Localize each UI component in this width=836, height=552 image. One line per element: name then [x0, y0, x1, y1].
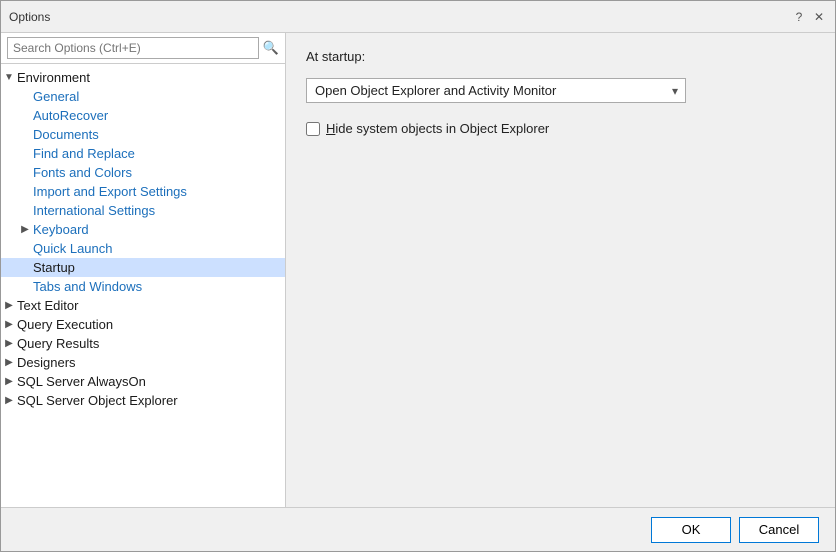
tree-item-sql-always-on[interactable]: ▶SQL Server AlwaysOn: [1, 372, 285, 391]
tree-item-fonts-colors[interactable]: Fonts and Colors: [1, 163, 285, 182]
tree-item-label: Keyboard: [33, 222, 89, 237]
right-spacer: [306, 150, 815, 491]
tree-item-general[interactable]: General: [1, 87, 285, 106]
tree-item-label: AutoRecover: [33, 108, 108, 123]
tree-item-quick-launch[interactable]: Quick Launch: [1, 239, 285, 258]
tree-item-label: Import and Export Settings: [33, 184, 187, 199]
expand-icon: [17, 148, 33, 159]
tree-item-sql-object-explorer[interactable]: ▶SQL Server Object Explorer: [1, 391, 285, 410]
startup-dropdown-wrapper: Open Object Explorer and Activity Monito…: [306, 78, 686, 103]
tree-item-label: Query Results: [17, 336, 99, 351]
search-input[interactable]: [7, 37, 259, 59]
indent: [1, 89, 17, 104]
expand-icon: [17, 167, 33, 178]
tree-item-label: Text Editor: [17, 298, 78, 313]
tree-item-label: Designers: [17, 355, 76, 370]
expand-icon: ▼: [1, 72, 17, 83]
tree-item-label: Startup: [33, 260, 75, 275]
tree-item-query-results[interactable]: ▶Query Results: [1, 334, 285, 353]
dialog-title: Options: [9, 10, 50, 24]
tree-item-label: Query Execution: [17, 317, 113, 332]
tree-item-label: International Settings: [33, 203, 155, 218]
tree-item-keyboard[interactable]: ▶Keyboard: [1, 220, 285, 239]
startup-dropdown[interactable]: Open Object Explorer and Activity Monito…: [306, 78, 686, 103]
tree-item-label: Quick Launch: [33, 241, 113, 256]
tree-item-text-editor[interactable]: ▶Text Editor: [1, 296, 285, 315]
expand-icon: [17, 243, 33, 254]
expand-icon: ▶: [1, 338, 17, 349]
tree-item-international[interactable]: International Settings: [1, 201, 285, 220]
expand-icon: ▶: [1, 357, 17, 368]
ok-button[interactable]: OK: [651, 517, 731, 543]
tree-item-label: SQL Server Object Explorer: [17, 393, 178, 408]
tree-item-import-export[interactable]: Import and Export Settings: [1, 182, 285, 201]
expand-icon: [17, 281, 33, 292]
tree-item-label: Fonts and Colors: [33, 165, 132, 180]
hide-system-objects-checkbox[interactable]: [306, 122, 320, 136]
expand-icon: ▶: [17, 224, 33, 235]
tree-item-find-replace[interactable]: Find and Replace: [1, 144, 285, 163]
expand-icon: [17, 91, 33, 102]
tree-item-label: Tabs and Windows: [33, 279, 142, 294]
titlebar: Options ? ✕: [1, 1, 835, 33]
dialog-body: 🔍 ▼Environment General AutoRecover Docum…: [1, 33, 835, 507]
indent: [1, 127, 17, 142]
indent: [1, 108, 17, 123]
search-box: 🔍: [1, 33, 285, 64]
tree-item-tabs-windows[interactable]: Tabs and Windows: [1, 277, 285, 296]
bottom-bar: OK Cancel: [1, 507, 835, 551]
expand-icon: ▶: [1, 319, 17, 330]
indent: [1, 260, 17, 275]
cancel-button[interactable]: Cancel: [739, 517, 819, 543]
close-button[interactable]: ✕: [811, 9, 827, 25]
indent: [1, 241, 17, 256]
tree-item-label: General: [33, 89, 79, 104]
tree-item-label: Find and Replace: [33, 146, 135, 161]
tree-item-startup[interactable]: Startup: [1, 258, 285, 277]
tree-item-environment[interactable]: ▼Environment: [1, 68, 285, 87]
expand-icon: [17, 262, 33, 273]
at-startup-label: At startup:: [306, 49, 815, 64]
tree-item-label: SQL Server AlwaysOn: [17, 374, 146, 389]
hide-system-objects-label: Hide system objects in Object Explorer: [326, 121, 549, 136]
tree-item-label: Documents: [33, 127, 99, 142]
tree-item-documents[interactable]: Documents: [1, 125, 285, 144]
options-dialog: Options ? ✕ 🔍 ▼Environment General AutoR…: [0, 0, 836, 552]
tree-item-autorecover[interactable]: AutoRecover: [1, 106, 285, 125]
expand-icon: [17, 110, 33, 121]
indent: [1, 184, 17, 199]
tree-item-query-execution[interactable]: ▶Query Execution: [1, 315, 285, 334]
tree-item-label: Environment: [17, 70, 90, 85]
search-icon: 🔍: [263, 40, 279, 56]
indent: [1, 165, 17, 180]
indent: [1, 203, 17, 218]
tree: ▼Environment General AutoRecover Documen…: [1, 64, 285, 507]
expand-icon: [17, 129, 33, 140]
expand-icon: ▶: [1, 395, 17, 406]
expand-icon: [17, 205, 33, 216]
help-button[interactable]: ?: [791, 9, 807, 25]
indent: [1, 146, 17, 161]
right-panel: At startup: Open Object Explorer and Act…: [286, 33, 835, 507]
indent: [1, 279, 17, 294]
titlebar-controls: ? ✕: [791, 9, 827, 25]
expand-icon: [17, 186, 33, 197]
checkbox-row: Hide system objects in Object Explorer: [306, 121, 815, 136]
indent: [1, 222, 17, 237]
expand-icon: ▶: [1, 300, 17, 311]
left-panel: 🔍 ▼Environment General AutoRecover Docum…: [1, 33, 286, 507]
tree-item-designers[interactable]: ▶Designers: [1, 353, 285, 372]
expand-icon: ▶: [1, 376, 17, 387]
